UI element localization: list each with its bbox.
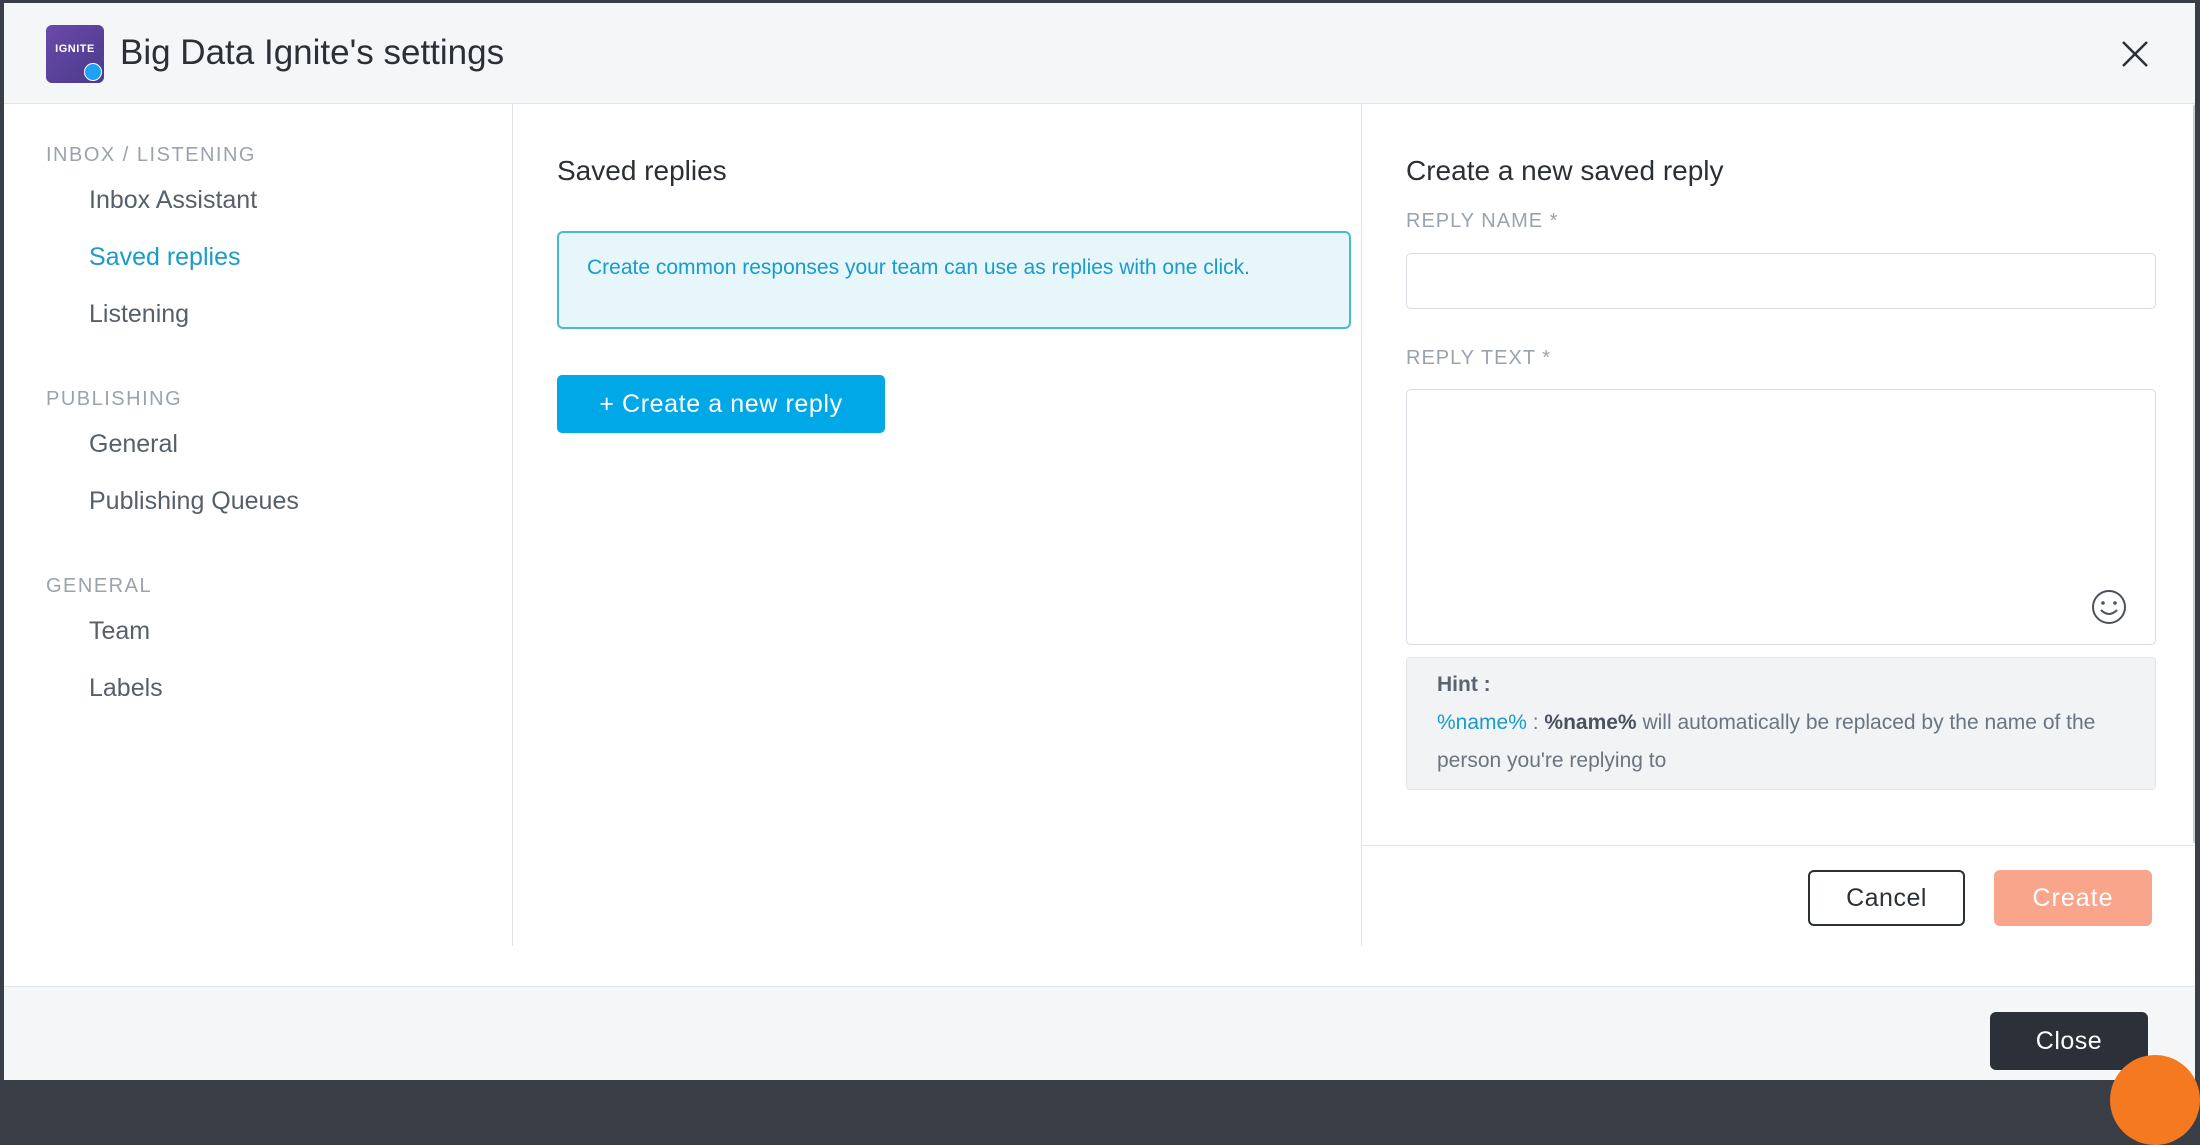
sidebar-item-team[interactable]: Team [89,617,150,646]
help-bubble-icon[interactable] [2110,1055,2200,1145]
emoji-icon[interactable] [2090,588,2128,626]
sidebar-section-general: GENERAL [46,575,153,597]
dialog-title: Big Data Ignite's settings [120,33,505,72]
new-reply-form: Create a new saved reply REPLY NAME * RE… [1362,104,2195,946]
form-title: Create a new saved reply [1406,155,1724,186]
panel-title: Saved replies [557,155,727,186]
sidebar-item-publishing-queues[interactable]: Publishing Queues [89,487,299,516]
close-icon[interactable] [2116,35,2154,73]
hint-text: %name% : %name% will automatically be re… [1437,704,2125,780]
close-button[interactable]: Close [1990,1012,2148,1070]
hint-box: Hint : %name% : %name% will automaticall… [1406,657,2156,790]
hint-variable: %name% [1437,711,1527,734]
settings-dialog: IGNITE Big Data Ignite's settings INBOX … [4,3,2195,1080]
reply-name-label: REPLY NAME * [1406,210,1559,232]
reply-name-input[interactable] [1406,253,2156,309]
scrollbar[interactable] [2193,104,2195,844]
form-actions: Cancel Create [1362,845,2195,947]
twitter-badge-icon [84,63,102,81]
hint-bold-variable: %name% [1544,711,1637,734]
dialog-header: IGNITE Big Data Ignite's settings [4,3,2195,104]
sidebar-item-general[interactable]: General [89,430,178,459]
info-banner: Create common responses your team can us… [557,231,1351,329]
avatar-logo-text: IGNITE [55,43,95,55]
settings-sidebar: INBOX / LISTENING Inbox Assistant Saved … [4,104,513,946]
dialog-footer: Close [4,986,2195,1080]
saved-replies-panel: Saved replies Create common responses yo… [513,104,1362,946]
sidebar-item-saved-replies[interactable]: Saved replies [89,243,240,272]
sidebar-item-listening[interactable]: Listening [89,300,189,329]
create-button[interactable]: Create [1994,870,2152,926]
reply-text-label: REPLY TEXT * [1406,347,1552,369]
hint-separator: : [1526,711,1545,734]
cancel-button[interactable]: Cancel [1808,870,1965,926]
create-new-reply-button[interactable]: + Create a new reply [557,375,885,433]
reply-text-input[interactable] [1406,389,2156,645]
hint-title: Hint : [1437,673,1491,696]
sidebar-item-labels[interactable]: Labels [89,674,163,703]
sidebar-section-inbox-listening: INBOX / LISTENING [46,144,256,166]
account-avatar: IGNITE [46,25,104,83]
sidebar-item-inbox-assistant[interactable]: Inbox Assistant [89,186,257,215]
sidebar-section-publishing: PUBLISHING [46,388,183,410]
